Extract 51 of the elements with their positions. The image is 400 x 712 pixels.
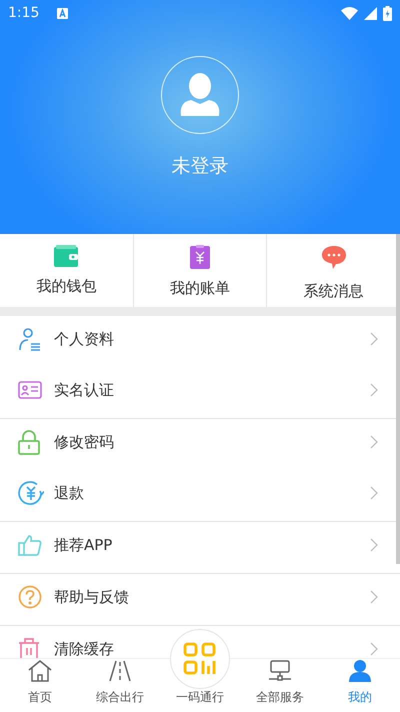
wallet-icon [54, 245, 78, 267]
wifi-icon [341, 6, 358, 20]
status-time: 1:15 [8, 5, 40, 21]
person-icon [349, 660, 371, 682]
tab-item[interactable]: 首页 [0, 659, 80, 712]
chat-bubble-icon [320, 245, 347, 269]
thumbs-up-icon [18, 534, 42, 556]
battery-icon [383, 6, 392, 20]
chevron-right-icon [370, 590, 378, 604]
menu-item[interactable]: 帮助与反馈 [0, 574, 400, 625]
tab-item[interactable]: 综合出行 [80, 659, 160, 712]
yuan-refresh-icon [18, 480, 44, 506]
tab-item[interactable]: 我的 [320, 659, 400, 712]
shortcut-label: 系统消息 [304, 282, 364, 301]
chevron-right-icon [370, 332, 378, 346]
menu-item[interactable]: 实名认证 [0, 367, 400, 418]
avatar-icon[interactable] [161, 56, 239, 134]
menu-label: 个人资料 [54, 330, 115, 348]
shortcut-label: 我的钱包 [36, 277, 96, 296]
grid-code-icon [183, 642, 217, 676]
trash-icon [18, 637, 40, 658]
monitor-network-icon [268, 660, 292, 682]
menu-label: 清除缓存 [54, 640, 115, 658]
menu-item[interactable]: 个人资料 [0, 316, 400, 367]
chevron-right-icon [370, 435, 378, 449]
shortcut-label: 我的账单 [170, 279, 230, 298]
tab-item[interactable]: 全部服务 [240, 659, 320, 712]
menu-item[interactable]: 修改密码 [0, 419, 400, 470]
notification-icon [57, 8, 68, 18]
menu-item[interactable]: 清除缓存 [0, 626, 400, 658]
signal-icon [364, 6, 377, 20]
menu-label: 退款 [54, 484, 85, 502]
help-icon [18, 585, 42, 609]
home-icon [28, 660, 52, 682]
user-list-icon [18, 327, 42, 351]
chevron-right-icon [370, 383, 378, 397]
tab-item[interactable]: 一码通行 [160, 687, 240, 712]
chevron-right-icon [370, 642, 378, 656]
menu-label: 实名认证 [54, 380, 115, 400]
shortcut-item[interactable]: 我的钱包 [0, 234, 133, 307]
menu-item[interactable]: 退款 [0, 470, 400, 521]
id-card-icon [18, 381, 42, 399]
menu-label: 帮助与反馈 [54, 588, 130, 606]
receipt-icon [190, 245, 210, 269]
chevron-right-icon [370, 486, 378, 500]
chevron-right-icon [370, 538, 378, 552]
menu-label: 推荐APP [54, 536, 114, 554]
lock-icon [18, 430, 40, 454]
menu-label: 修改密码 [54, 432, 115, 452]
road-icon [108, 660, 132, 682]
menu-item[interactable]: 推荐APP [0, 522, 400, 573]
